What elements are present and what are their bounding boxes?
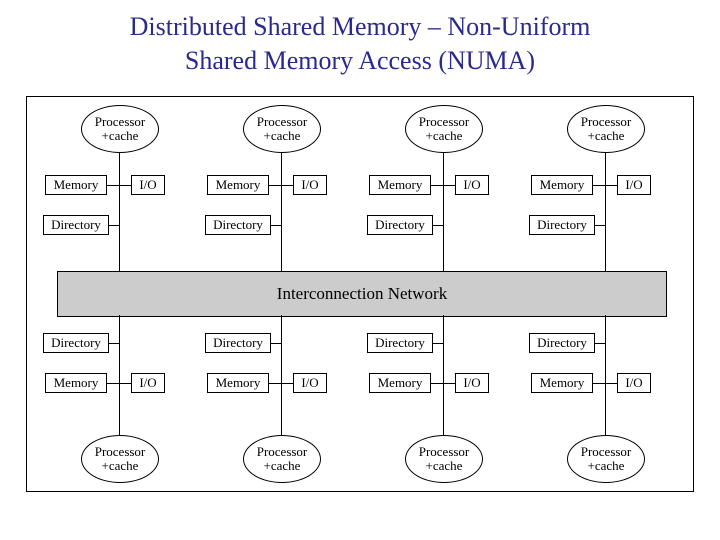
processor-node: Processor +cache <box>243 435 321 483</box>
directory-box: Directory <box>205 215 271 235</box>
connector <box>595 343 605 344</box>
processor-label-2: +cache <box>406 459 482 473</box>
io-box: I/O <box>455 373 489 393</box>
connector <box>431 383 443 384</box>
connector <box>605 383 617 384</box>
title-line-1: Distributed Shared Memory – Non-Uniform <box>130 12 591 41</box>
processor-label-1: Processor <box>244 115 320 129</box>
processor-label-1: Processor <box>82 115 158 129</box>
processor-label-1: Processor <box>568 445 644 459</box>
connector <box>433 225 443 226</box>
processor-label-2: +cache <box>244 129 320 143</box>
processor-label-2: +cache <box>406 129 482 143</box>
processor-label-1: Processor <box>406 445 482 459</box>
processor-node: Processor +cache <box>567 105 645 153</box>
directory-box: Directory <box>529 333 595 353</box>
connector <box>271 225 281 226</box>
bus-line <box>605 315 606 437</box>
memory-box: Memory <box>369 373 431 393</box>
directory-box: Directory <box>367 215 433 235</box>
connector <box>119 185 131 186</box>
memory-box: Memory <box>207 175 269 195</box>
io-box: I/O <box>131 175 165 195</box>
connector <box>269 185 281 186</box>
io-box: I/O <box>293 373 327 393</box>
processor-label-1: Processor <box>244 445 320 459</box>
bus-line <box>281 315 282 437</box>
directory-box: Directory <box>43 215 109 235</box>
io-box: I/O <box>617 175 651 195</box>
directory-box: Directory <box>529 215 595 235</box>
bus-line <box>281 149 282 271</box>
connector <box>109 225 119 226</box>
connector <box>269 383 281 384</box>
connector <box>281 383 293 384</box>
connector <box>593 185 605 186</box>
processor-label-2: +cache <box>568 459 644 473</box>
connector <box>593 383 605 384</box>
memory-box: Memory <box>207 373 269 393</box>
processor-label-2: +cache <box>82 129 158 143</box>
memory-box: Memory <box>45 175 107 195</box>
connector <box>443 383 455 384</box>
connector <box>433 343 443 344</box>
bus-line <box>443 149 444 271</box>
processor-label-2: +cache <box>244 459 320 473</box>
diagram-frame: Processor +cache Processor +cache Proces… <box>26 96 694 492</box>
processor-node: Processor +cache <box>405 435 483 483</box>
title-line-2: Shared Memory Access (NUMA) <box>185 46 535 75</box>
connector <box>109 343 119 344</box>
directory-box: Directory <box>205 333 271 353</box>
memory-box: Memory <box>531 175 593 195</box>
processor-label-1: Processor <box>406 115 482 129</box>
connector <box>431 185 443 186</box>
connector <box>605 185 617 186</box>
io-box: I/O <box>617 373 651 393</box>
directory-box: Directory <box>43 333 109 353</box>
memory-box: Memory <box>369 175 431 195</box>
interconnection-network: Interconnection Network <box>57 271 667 317</box>
processor-label-2: +cache <box>568 129 644 143</box>
connector <box>107 185 119 186</box>
io-box: I/O <box>455 175 489 195</box>
io-box: I/O <box>131 373 165 393</box>
connector <box>271 343 281 344</box>
bus-line <box>443 315 444 437</box>
connector <box>443 185 455 186</box>
connector <box>281 185 293 186</box>
processor-node: Processor +cache <box>243 105 321 153</box>
memory-box: Memory <box>531 373 593 393</box>
processor-node: Processor +cache <box>405 105 483 153</box>
connector <box>595 225 605 226</box>
processor-label-2: +cache <box>82 459 158 473</box>
processor-node: Processor +cache <box>567 435 645 483</box>
processor-label-1: Processor <box>82 445 158 459</box>
connector <box>119 383 131 384</box>
io-box: I/O <box>293 175 327 195</box>
processor-node: Processor +cache <box>81 105 159 153</box>
bus-line <box>605 149 606 271</box>
processor-node: Processor +cache <box>81 435 159 483</box>
bus-line <box>119 315 120 437</box>
memory-box: Memory <box>45 373 107 393</box>
processor-label-1: Processor <box>568 115 644 129</box>
bus-line <box>119 149 120 271</box>
connector <box>107 383 119 384</box>
directory-box: Directory <box>367 333 433 353</box>
slide-title: Distributed Shared Memory – Non-Uniform … <box>0 0 720 78</box>
